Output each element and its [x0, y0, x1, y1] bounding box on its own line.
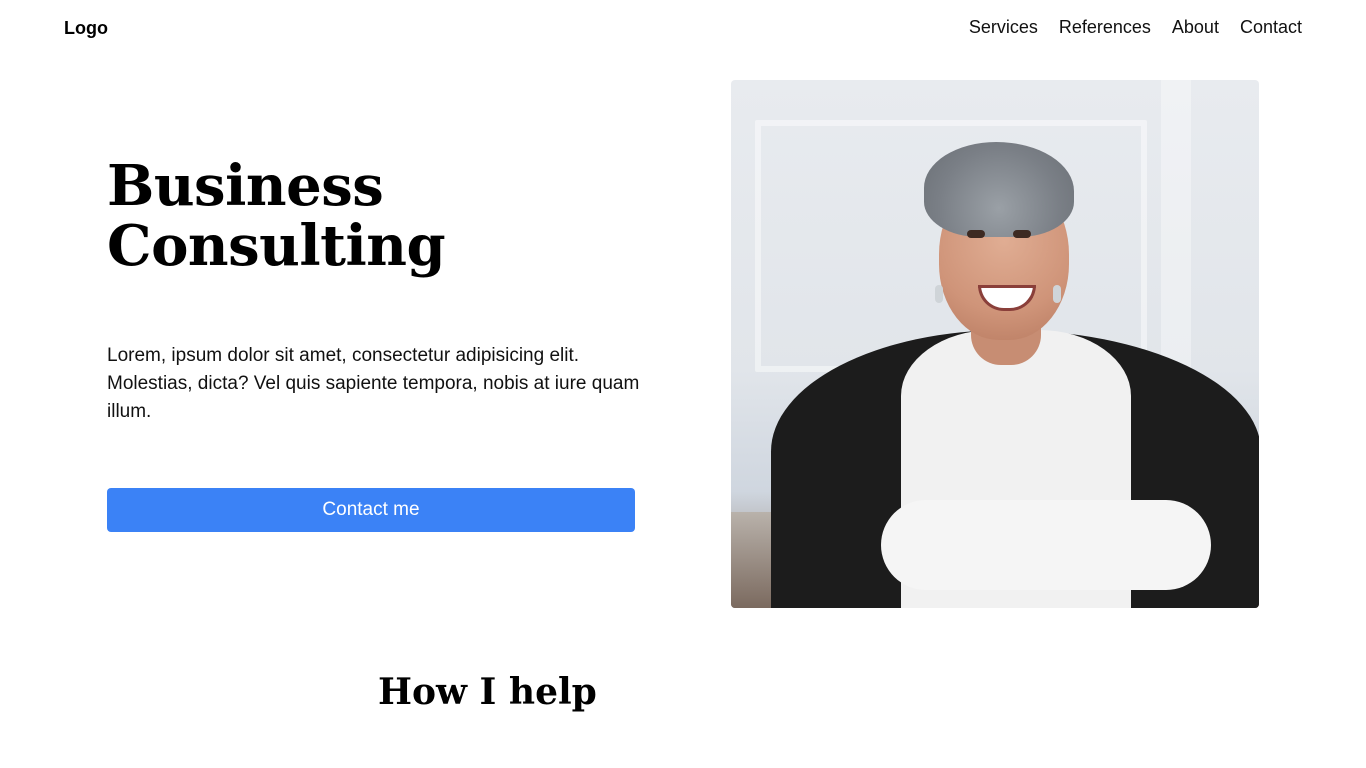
hero-title: Business Consulting: [107, 156, 647, 276]
contact-me-button[interactable]: Contact me: [107, 488, 635, 532]
hero-description: Lorem, ipsum dolor sit amet, consectetur…: [107, 345, 640, 422]
hero-title-line-1: Business: [107, 153, 384, 219]
left-earring-shape: [935, 285, 943, 303]
main-nav: Services References About Contact: [969, 14, 1302, 40]
nav-item-services[interactable]: Services: [969, 14, 1038, 40]
right-earring-shape: [1053, 285, 1061, 303]
right-eye-shape: [1013, 230, 1031, 238]
hero-portrait-image: [731, 80, 1259, 608]
section-title-how-i-help: How I help: [378, 671, 597, 713]
nav-item-contact[interactable]: Contact: [1240, 14, 1302, 40]
logo[interactable]: Logo: [64, 16, 108, 40]
left-eye-shape: [967, 230, 985, 238]
arm-shape: [881, 500, 1211, 590]
hair-shape: [924, 142, 1074, 237]
hero-title-line-2: Consulting: [107, 213, 446, 279]
nav-item-about[interactable]: About: [1172, 14, 1219, 40]
nav-item-references[interactable]: References: [1059, 14, 1151, 40]
